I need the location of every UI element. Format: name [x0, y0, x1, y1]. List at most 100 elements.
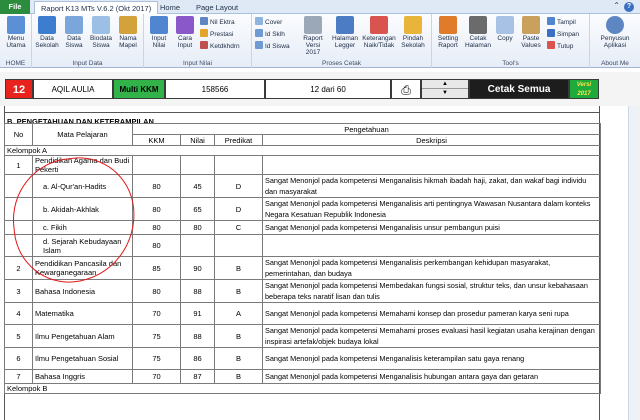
row-no[interactable]: 3 [4, 279, 33, 303]
cara-input-button[interactable]: Cara Input [173, 16, 197, 49]
row-deskripsi[interactable]: Sangat Menonjol pada kompetensi Memahami… [261, 302, 602, 325]
setting-raport-button[interactable]: Setting Raport [434, 16, 462, 49]
row-kkm[interactable]: 80 [132, 220, 181, 235]
row-mapel[interactable]: Bahasa Inggris [32, 369, 133, 384]
id-sklh-label: Id Sklh [265, 31, 285, 38]
row-deskripsi[interactable]: Sangat Menonjol pada kompetensi Membedak… [261, 279, 602, 303]
row-nilai[interactable]: 88 [180, 324, 215, 348]
row-nilai[interactable]: 45 [180, 174, 215, 198]
cetak-semua-button[interactable]: Cetak Semua [469, 79, 569, 99]
record-spinner[interactable]: ▲ ▼ [421, 79, 469, 99]
spin-down-icon[interactable]: ▼ [422, 89, 468, 98]
row-deskripsi[interactable]: Sangat Menonjol pada kompetensi Memahami… [261, 324, 602, 348]
row-kkm[interactable]: 80 [132, 197, 181, 221]
table-row: 3 Bahasa Indonesia 80 88 B Sangat Menonjol pa… [4, 279, 602, 303]
row-no[interactable]: 5 [4, 324, 33, 348]
row-mapel[interactable]: Bahasa Indonesia [32, 279, 133, 303]
tab-home[interactable]: Home [154, 1, 186, 14]
biodata-siswa-label: Biodata Siswa [89, 35, 113, 49]
row-mapel[interactable]: Matematika [32, 302, 133, 325]
row-nilai[interactable] [180, 155, 215, 175]
halaman-legger-button[interactable]: Halaman Legger [330, 16, 360, 49]
data-sekolah-button[interactable]: Data Sekolah [34, 16, 60, 49]
row-no[interactable]: 1 [4, 155, 33, 175]
row-kkm[interactable]: 85 [132, 256, 181, 280]
row-nilai[interactable]: 65 [180, 197, 215, 221]
row-kkm[interactable]: 75 [132, 347, 181, 370]
row-kkm[interactable]: 75 [132, 324, 181, 348]
row-nilai[interactable]: 80 [180, 220, 215, 235]
row-deskripsi[interactable]: Sangat Menonjol pada kompetensi Menganal… [261, 347, 602, 370]
row-predikat[interactable]: B [214, 369, 263, 384]
row-nilai[interactable]: 87 [180, 369, 215, 384]
printer-icon[interactable]: ⎙ [391, 79, 421, 99]
row-predikat[interactable]: B [214, 324, 263, 348]
row-kkm[interactable]: 80 [132, 279, 181, 303]
nil-ektra-button[interactable]: Nil Ektra [200, 17, 235, 28]
row-predikat[interactable]: A [214, 302, 263, 325]
tutup-button[interactable]: Tutup [547, 41, 573, 52]
row-deskripsi[interactable]: Sangat Menonjol pada kompetensi Menganal… [261, 369, 602, 384]
cover-button[interactable]: Cover [255, 17, 282, 28]
ketdkhdrn-button[interactable]: Ketdkhdrn [200, 41, 240, 52]
row-no[interactable]: 4 [4, 302, 33, 325]
row-kkm[interactable]: 70 [132, 369, 181, 384]
paste-values-button[interactable]: Paste Values [518, 16, 544, 49]
row-no[interactable]: 6 [4, 347, 33, 370]
raport-versi-button[interactable]: Raport Versi 2017 [298, 16, 328, 56]
prestasi-button[interactable]: Prestasi [200, 29, 233, 40]
id-sklh-button[interactable]: Id Sklh [255, 29, 285, 40]
row-no[interactable]: 7 [4, 369, 33, 384]
row-nilai[interactable]: 90 [180, 256, 215, 280]
settings-icon [439, 16, 457, 34]
list-icon [200, 17, 208, 25]
row-deskripsi[interactable]: Sangat Menonjol pada kompetensi Menganal… [261, 197, 602, 221]
row-mapel[interactable]: Ilmu Pengetahuan Alam [32, 324, 133, 348]
help-icon[interactable]: ? [624, 2, 634, 12]
spin-up-icon[interactable]: ▲ [422, 80, 468, 89]
row-predikat[interactable] [214, 155, 263, 175]
row-deskripsi[interactable] [261, 234, 602, 257]
row-nilai[interactable] [180, 234, 215, 257]
row-nilai[interactable]: 86 [180, 347, 215, 370]
row-deskripsi[interactable]: Sangat Menonjol pada kompetensi Menganal… [261, 256, 602, 280]
data-siswa-button[interactable]: Data Siswa [61, 16, 87, 49]
row-kkm[interactable]: 80 [132, 174, 181, 198]
simpan-button[interactable]: Simpan [547, 29, 579, 40]
keterangan-button[interactable]: Keterangan Naik/Tidak [362, 16, 396, 49]
input-nilai-button[interactable]: Input Nilai [146, 16, 172, 49]
row-deskripsi[interactable] [261, 155, 602, 175]
row-kkm[interactable]: 70 [132, 302, 181, 325]
row-predikat[interactable] [214, 234, 263, 257]
pindah-sekolah-button[interactable]: Pindah Sekolah [398, 16, 428, 49]
row-kkm[interactable]: 80 [132, 234, 181, 257]
menu-utama-button[interactable]: Menu Utama [2, 16, 30, 49]
penyusun-aplikasi-button[interactable]: Penyusun Aplikasi [596, 16, 634, 49]
tab-page-layout[interactable]: Page Layout [190, 1, 244, 14]
row-kkm[interactable] [132, 155, 181, 175]
row-predikat[interactable]: D [214, 197, 263, 221]
row-predikat[interactable]: C [214, 220, 263, 235]
row-nilai[interactable]: 88 [180, 279, 215, 303]
tampil-button[interactable]: Tampil [547, 17, 576, 28]
save-icon [547, 29, 555, 37]
row-predikat[interactable]: B [214, 347, 263, 370]
row-mapel[interactable]: Ilmu Pengetahuan Sosial [32, 347, 133, 370]
row-predikat[interactable]: B [214, 256, 263, 280]
minimize-ribbon-icon[interactable]: ⌃ [613, 1, 620, 10]
row-deskripsi[interactable]: Sangat Menonjol pada kompetensi Menganal… [261, 174, 602, 198]
row-predikat[interactable]: D [214, 174, 263, 198]
cetak-halaman-button[interactable]: Cetak Halaman [464, 16, 492, 49]
row-predikat[interactable]: B [214, 279, 263, 303]
tab-raport[interactable]: Raport K13 MTs V.6.2 (Okt 2017) [34, 1, 159, 15]
tab-file[interactable]: File [0, 0, 30, 14]
biodata-siswa-button[interactable]: Biodata Siswa [88, 16, 114, 49]
id-siswa-button[interactable]: Id Siswa [255, 41, 290, 52]
group-input-nilai: Input Nilai Cara Input Nil Ektra Prestas… [144, 14, 252, 68]
copy-button[interactable]: Copy [494, 16, 516, 42]
chart-icon [370, 16, 388, 34]
nama-mapel-button[interactable]: Nama Mapel [115, 16, 141, 49]
vertical-scrollbar[interactable] [628, 106, 640, 420]
row-deskripsi[interactable]: Sangat Menonjol pada kompetensi Menganal… [261, 220, 602, 235]
row-nilai[interactable]: 91 [180, 302, 215, 325]
